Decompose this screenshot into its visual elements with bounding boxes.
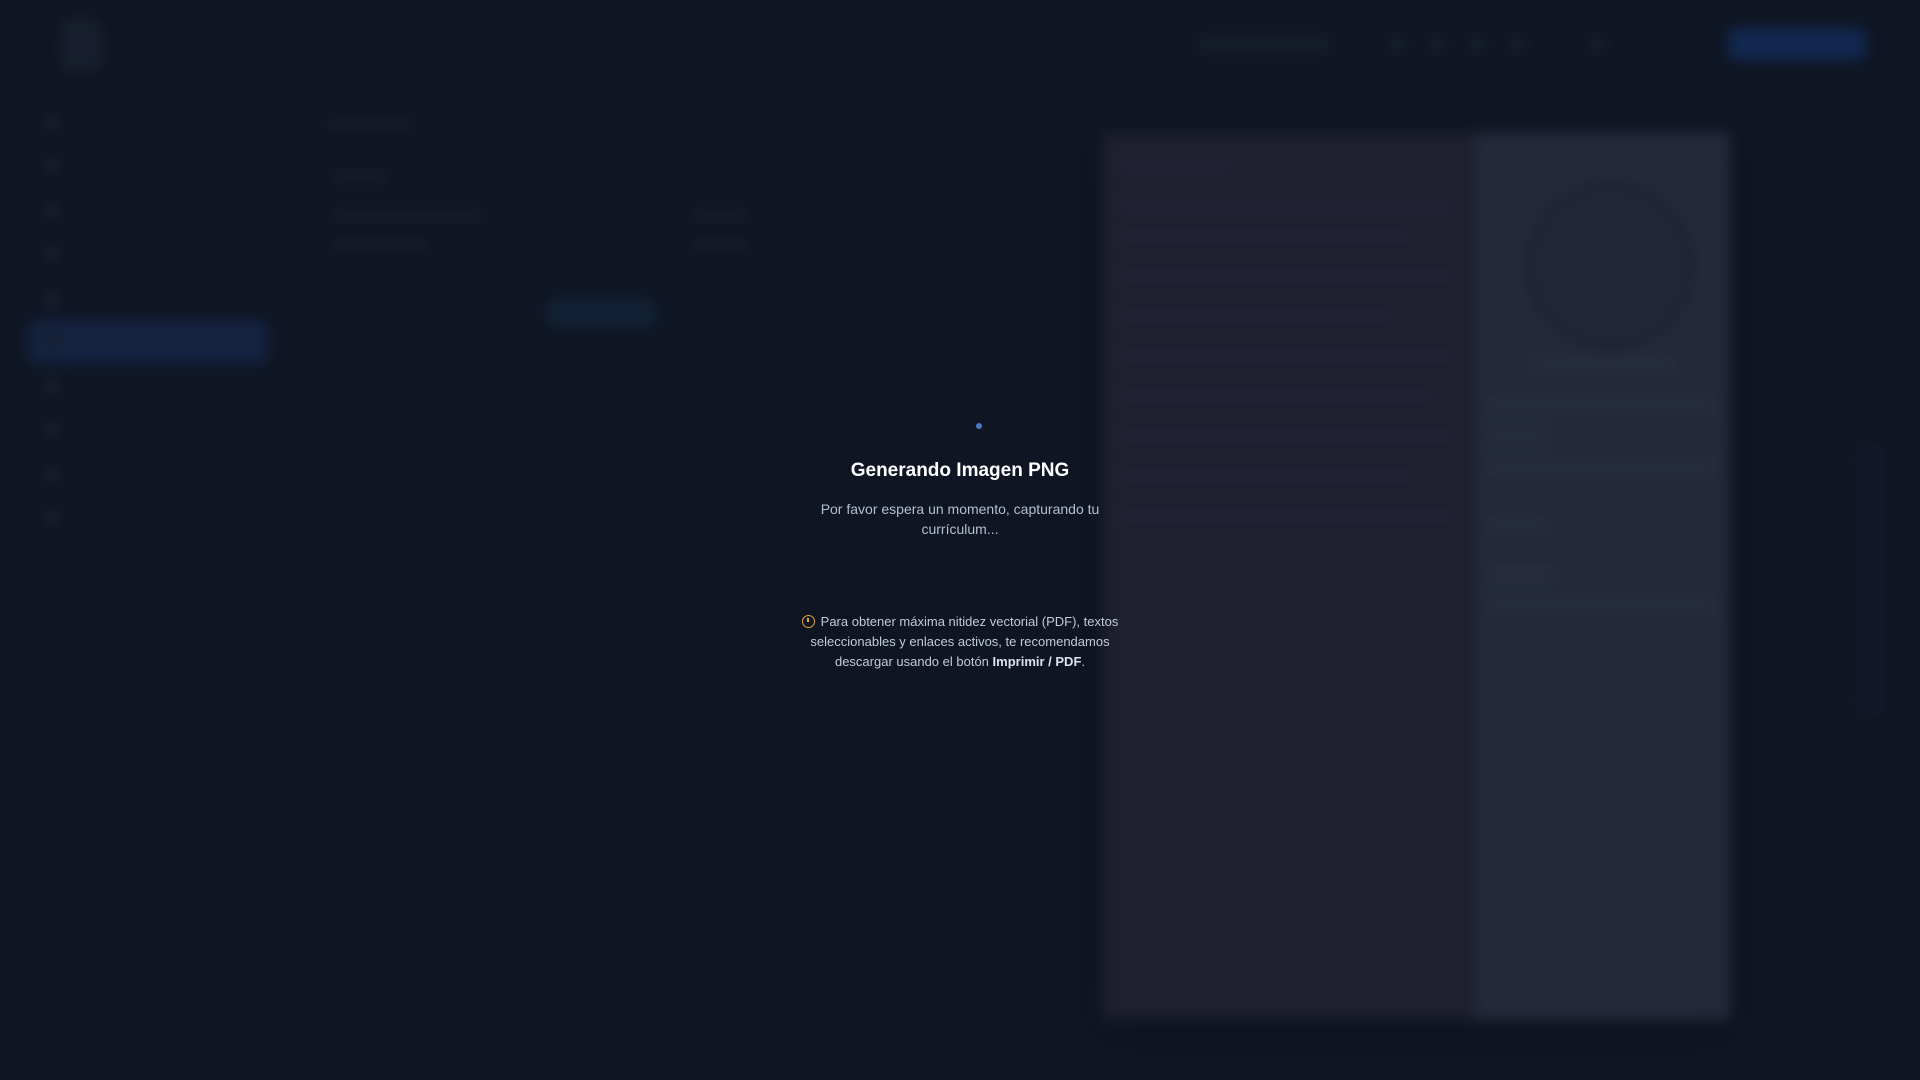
notice-text-end: . xyxy=(1081,654,1086,669)
info-circle-icon xyxy=(801,615,815,628)
loading-overlay: Generando Imagen PNG Por favor espera un… xyxy=(0,0,1920,1080)
notice-strong-text: Imprimir / PDF xyxy=(992,654,1082,669)
loading-subtitle: Por favor espera un momento, capturando … xyxy=(820,501,1100,537)
pdf-recommendation-notice: Para obtener máxima nitidez vectorial (P… xyxy=(780,612,1140,672)
loading-spinner xyxy=(976,423,982,429)
loading-title: Generando Imagen PNG xyxy=(850,460,1070,481)
